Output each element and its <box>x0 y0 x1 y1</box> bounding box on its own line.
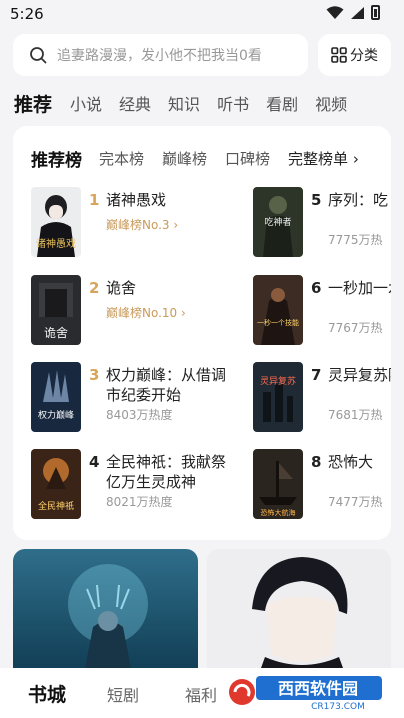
tab-novel[interactable]: 小说 <box>70 91 102 115</box>
tab-audiobook[interactable]: 听书 <box>217 91 249 115</box>
book-cover: 权力巅峰 <box>31 362 81 432</box>
book-ranking-tag[interactable]: 巅峰榜No.3 › <box>106 216 178 233</box>
tab-classic[interactable]: 经典 <box>119 91 151 115</box>
book-cover: 诡舍 <box>31 275 81 345</box>
svg-text:一秒一个技能: 一秒一个技能 <box>257 318 299 327</box>
status-time: 5:26 <box>10 5 44 23</box>
svg-text:权力巅峰: 权力巅峰 <box>38 409 74 421</box>
nav-welfare[interactable]: 福利 <box>185 682 217 706</box>
rank-tab-recommend[interactable]: 推荐榜 <box>31 146 82 171</box>
rank-number: 6 <box>311 279 322 297</box>
battery-icon <box>371 5 380 20</box>
svg-text:西西软件园: 西西软件园 <box>278 679 358 698</box>
book-heat: 8021万热度 <box>106 495 173 509</box>
svg-text:灵异复苏: 灵异复苏 <box>260 375 296 387</box>
wifi-icon <box>326 5 344 19</box>
book-heat: 8403万热度 <box>106 408 173 422</box>
top-tabs: 推荐 小说 经典 知识 听书 看剧 视频 <box>14 89 404 117</box>
book-title: 恐怖大 <box>328 453 374 471</box>
book-item[interactable]: 灵异复苏 7 灵异复苏降临 7681万热 <box>253 362 391 434</box>
tab-recommend[interactable]: 推荐 <box>14 90 52 117</box>
nav-bookstore[interactable]: 书城 <box>28 680 66 707</box>
rank-tab-reputation[interactable]: 口碑榜 <box>225 148 270 169</box>
svg-text:诸神愚戏: 诸神愚戏 <box>36 237 76 250</box>
search-placeholder: 追妻路漫漫，发小他不把我当0看 <box>57 48 262 64</box>
search-input[interactable]: 追妻路漫漫，发小他不把我当0看 <box>13 34 308 76</box>
ranking-card: 推荐榜 完本榜 巅峰榜 口碑榜 完整榜单 › 诸神愚戏 1 诸神愚戏 巅峰榜No… <box>13 126 391 540</box>
category-label: 分类 <box>350 48 378 64</box>
book-heat: 7681万热 <box>328 408 383 422</box>
signal-icon <box>351 6 364 19</box>
book-cover: 诸神愚戏 <box>31 187 81 257</box>
book-title: 全民神祇：我献祭亿万生灵成神 <box>106 453 227 491</box>
rank-number: 3 <box>89 366 100 384</box>
tab-drama[interactable]: 看剧 <box>266 91 298 115</box>
search-icon <box>30 47 47 64</box>
book-title: 权力巅峰：从借调市纪委开始 <box>106 366 227 404</box>
book-title: 一秒加一水，拿技 <box>328 279 391 297</box>
rank-tab-finished[interactable]: 完本榜 <box>99 148 144 169</box>
svg-text:恐怖大航海: 恐怖大航海 <box>261 508 296 517</box>
svg-text:诡舍: 诡舍 <box>44 325 68 340</box>
book-cover: 灵异复苏 <box>253 362 303 432</box>
book-item[interactable]: 吃神者 5 序列：吃 7775万热 <box>253 187 391 259</box>
book-heat: 7477万热 <box>328 495 383 509</box>
promo-cover[interactable] <box>207 549 391 679</box>
tab-video[interactable]: 视频 <box>315 91 347 115</box>
book-cover: 一秒一个技能 <box>253 275 303 345</box>
book-cover: 吃神者 <box>253 187 303 257</box>
ranking-tabs: 推荐榜 完本榜 巅峰榜 口碑榜 完整榜单 › <box>31 146 377 171</box>
rank-number: 2 <box>89 279 100 297</box>
book-title: 序列：吃 <box>328 191 389 209</box>
promo-cover[interactable] <box>13 549 198 679</box>
status-icons <box>326 5 380 20</box>
rank-number: 4 <box>89 453 100 471</box>
book-heat: 7767万热 <box>328 321 383 335</box>
book-cover: 全民神祇 <box>31 449 81 519</box>
book-title: 诸神愚戏 <box>106 191 167 209</box>
book-cover: 恐怖大航海 <box>253 449 303 519</box>
tab-knowledge[interactable]: 知识 <box>168 91 200 115</box>
full-ranking-link[interactable]: 完整榜单 › <box>288 148 359 169</box>
nav-short-drama[interactable]: 短剧 <box>107 682 139 706</box>
book-heat: 7775万热 <box>328 233 383 247</box>
rank-number: 5 <box>311 191 322 209</box>
rank-tab-peak[interactable]: 巅峰榜 <box>162 148 207 169</box>
book-title: 诡舍 <box>106 279 137 297</box>
category-button[interactable]: 分类 <box>318 34 391 76</box>
rank-number: 8 <box>311 453 322 471</box>
svg-text:全民神祇: 全民神祇 <box>38 500 74 512</box>
book-item[interactable]: 一秒一个技能 6 一秒加一水，拿技 7767万热 <box>253 275 391 347</box>
watermark-logo: 西西软件园 CR173.COM <box>228 672 384 712</box>
svg-text:吃神者: 吃神者 <box>264 216 291 228</box>
book-title: 灵异复苏降临 <box>328 366 391 384</box>
book-item[interactable]: 恐怖大航海 8 恐怖大 7477万热 <box>253 449 391 521</box>
rank-number: 7 <box>311 366 322 384</box>
book-ranking-tag[interactable]: 巅峰榜No.10 › <box>106 304 186 321</box>
rank-number: 1 <box>89 191 100 209</box>
svg-text:CR173.COM: CR173.COM <box>311 702 365 712</box>
status-bar: 5:26 <box>0 0 404 28</box>
grid-icon <box>331 47 347 63</box>
